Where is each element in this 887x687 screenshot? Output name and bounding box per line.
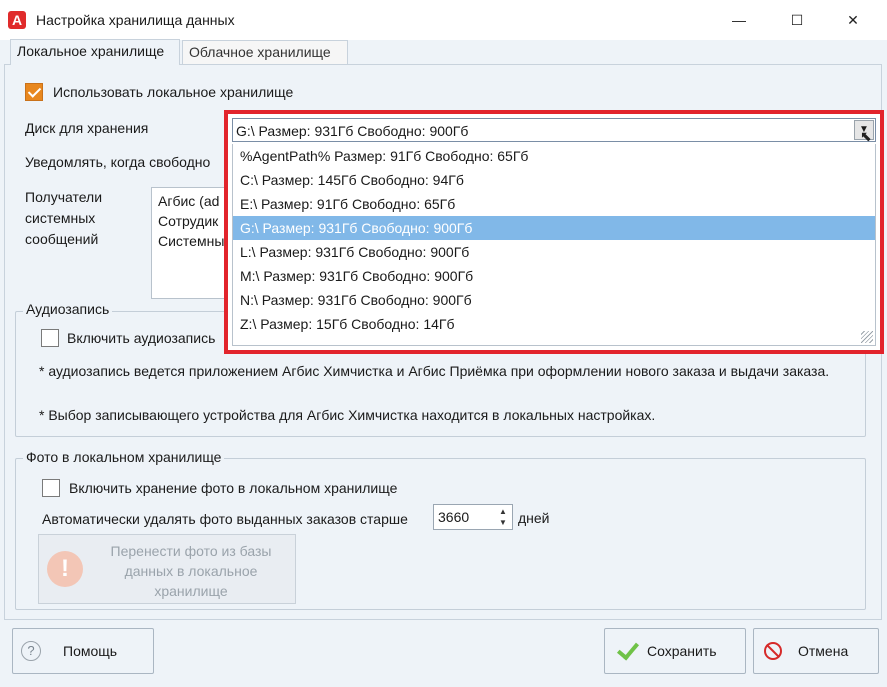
list-item[interactable]: Агбис (ad [158, 191, 234, 211]
list-item[interactable]: Сотрудик [158, 211, 234, 231]
help-button-label: Помощь [63, 643, 118, 659]
auto-delete-label: Автоматически удалять фото выданных зака… [42, 511, 408, 527]
enable-photo-label: Включить хранение фото в локальном храни… [69, 480, 398, 496]
disk-options-list[interactable]: %AgentPath% Размер: 91Гб Свободно: 65Гб … [232, 144, 876, 346]
stepper-up-icon[interactable]: ▲ [496, 506, 510, 517]
dropdown-option[interactable]: M:\ Размер: 931Гб Свободно: 900Гб [233, 264, 875, 288]
resize-grip-icon[interactable] [861, 331, 873, 343]
enable-audio-label: Включить аудиозапись [67, 330, 216, 346]
enable-audio-checkbox[interactable] [41, 329, 59, 347]
recipients-label-line2: системных [25, 210, 96, 226]
audio-note-1: * аудиозапись ведется приложением Агбис … [39, 363, 830, 379]
app-logo-icon: A [8, 11, 26, 29]
help-button[interactable]: ? Помощь [12, 628, 154, 674]
tab-cloud-storage[interactable]: Облачное хранилище [182, 40, 348, 64]
recipients-label-line3: сообщений [25, 231, 99, 247]
audio-group-title: Аудиозапись [23, 301, 113, 317]
disk-label: Диск для хранения [25, 120, 149, 136]
migrate-photos-button[interactable]: ! Перенести фото из базы данных в локаль… [38, 534, 296, 604]
notify-label: Уведомлять, когда свободно [25, 154, 211, 170]
close-button[interactable]: ✕ [830, 6, 876, 34]
tab-local-storage[interactable]: Локальное хранилище [10, 39, 180, 65]
use-local-storage-checkbox[interactable] [25, 83, 43, 101]
disk-select[interactable]: G:\ Размер: 931Гб Свободно: 900Гб ▼ [232, 118, 876, 142]
audio-note-2: * Выбор записывающего устройства для Агб… [39, 407, 656, 423]
cancel-button[interactable]: Отмена [753, 628, 879, 674]
use-local-storage-label: Использовать локальное хранилище [53, 84, 294, 100]
dropdown-option-selected[interactable]: G:\ Размер: 931Гб Свободно: 900Гб [233, 216, 875, 240]
cancel-button-label: Отмена [798, 643, 849, 659]
disk-select-value: G:\ Размер: 931Гб Свободно: 900Гб [236, 123, 469, 139]
photo-group-title: Фото в локальном хранилище [23, 449, 225, 465]
minimize-button[interactable]: — [716, 6, 762, 34]
days-stepper[interactable]: 3660 ▲ ▼ [433, 504, 513, 530]
stepper-down-icon[interactable]: ▼ [496, 517, 510, 528]
days-unit-label: дней [518, 510, 550, 526]
save-button[interactable]: Сохранить [604, 628, 746, 674]
mouse-cursor-icon: ⬉ [860, 128, 872, 144]
cancel-icon [764, 642, 782, 660]
list-item[interactable]: Системны [158, 231, 234, 251]
save-button-label: Сохранить [647, 643, 717, 659]
maximize-button[interactable]: ☐ [774, 6, 820, 34]
dropdown-option[interactable]: C:\ Размер: 145Гб Свободно: 94Гб [233, 168, 875, 192]
checkmark-icon [615, 639, 639, 663]
dropdown-option[interactable]: %AgentPath% Размер: 91Гб Свободно: 65Гб [233, 144, 875, 168]
recipients-label-line1: Получатели [25, 189, 103, 205]
dropdown-option[interactable]: Z:\ Размер: 15Гб Свободно: 14Гб [233, 312, 875, 336]
dropdown-option[interactable]: L:\ Размер: 931Гб Свободно: 900Гб [233, 240, 875, 264]
enable-photo-checkbox[interactable] [42, 479, 60, 497]
warning-icon: ! [47, 551, 83, 587]
migrate-photos-label: Перенести фото из базы данных в локально… [110, 543, 272, 599]
title-bar: A Настройка хранилища данных — ☐ ✕ [0, 0, 887, 40]
dropdown-option[interactable]: N:\ Размер: 931Гб Свободно: 900Гб [233, 288, 875, 312]
window-title: Настройка хранилища данных [36, 12, 235, 28]
disk-dropdown-highlight: G:\ Размер: 931Гб Свободно: 900Гб ▼ ⬉ %A… [224, 110, 884, 354]
days-value[interactable]: 3660 [438, 509, 469, 525]
help-icon: ? [21, 641, 41, 661]
dropdown-option[interactable]: E:\ Размер: 91Гб Свободно: 65Гб [233, 192, 875, 216]
